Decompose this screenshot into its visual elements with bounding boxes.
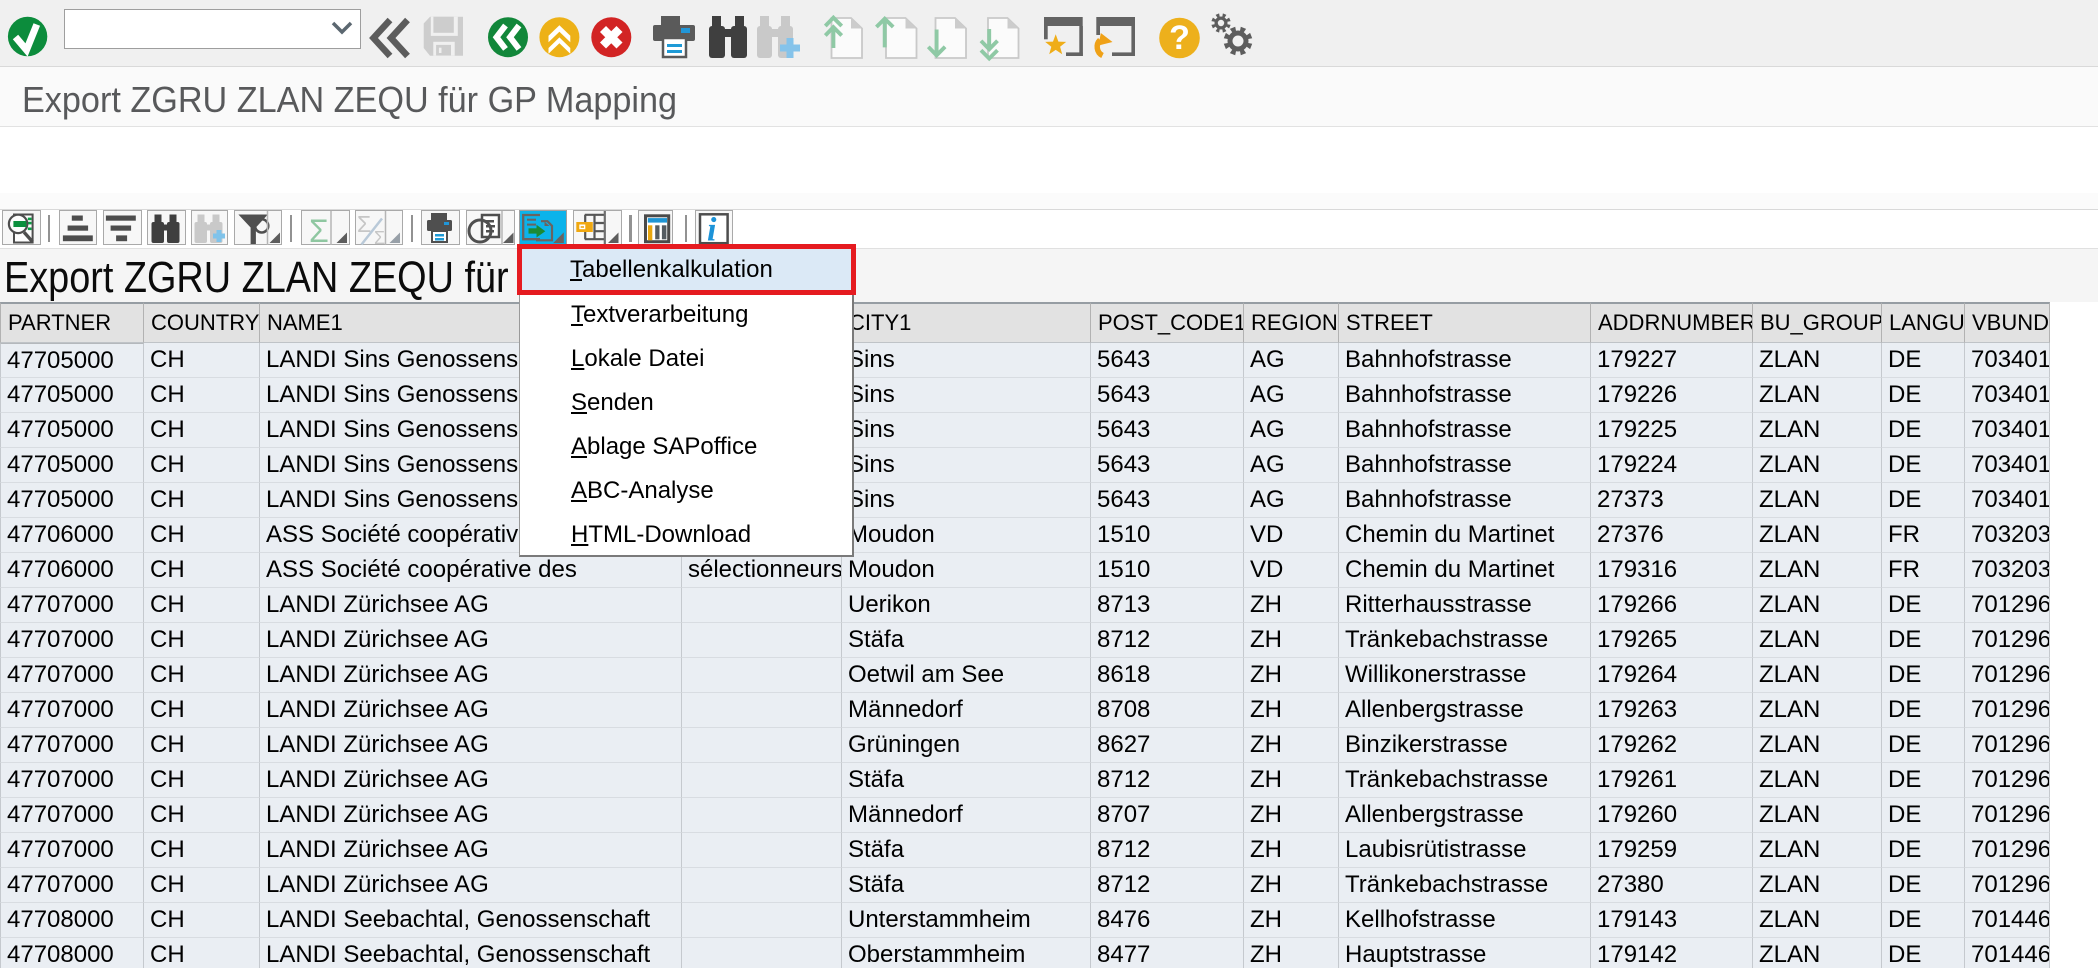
svg-text:?: ? (1169, 19, 1190, 57)
svg-text:Σ: Σ (309, 213, 329, 249)
svg-text:i: i (707, 212, 717, 249)
svg-text:Σ: Σ (374, 228, 385, 248)
